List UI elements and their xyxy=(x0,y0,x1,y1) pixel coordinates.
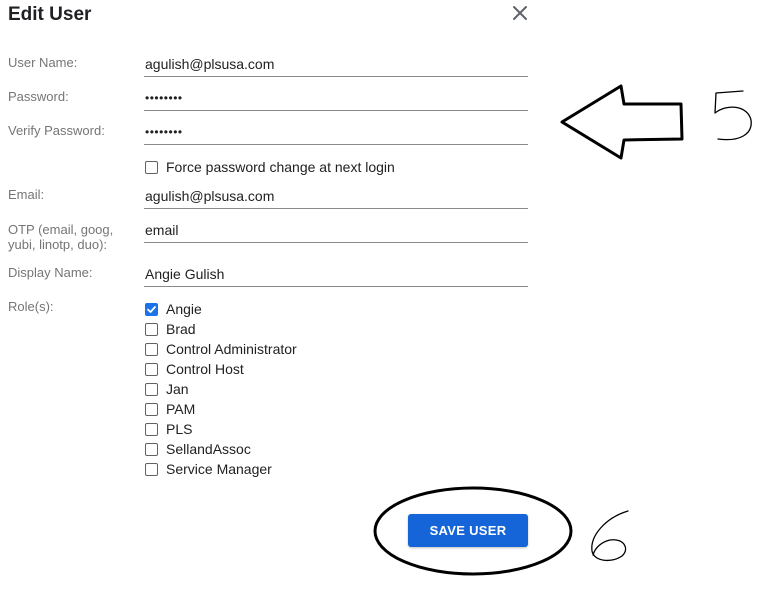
close-button[interactable] xyxy=(509,2,531,24)
checkmark-icon xyxy=(147,305,156,313)
role-label: SellandAssoc xyxy=(166,441,251,457)
role-label: Brad xyxy=(166,321,196,337)
otp-label: OTP (email, goog, yubi, linotp, duo): xyxy=(8,222,113,252)
checkbox-unchecked-icon[interactable] xyxy=(145,462,158,476)
role-checkbox-angie[interactable]: Angie xyxy=(145,300,202,318)
checkbox-unchecked-icon[interactable] xyxy=(145,362,158,376)
role-checkbox-jan[interactable]: Jan xyxy=(145,380,189,398)
role-checkbox-pam[interactable]: PAM xyxy=(145,400,195,418)
step-6-annotation xyxy=(591,510,629,562)
role-label: Control Administrator xyxy=(166,341,297,357)
role-checkbox-control-host[interactable]: Control Host xyxy=(145,360,244,378)
left-arrow-annotation-icon xyxy=(560,84,684,160)
user-name-label: User Name: xyxy=(8,55,78,70)
user-name-input[interactable] xyxy=(144,51,528,77)
password-input[interactable] xyxy=(144,85,528,111)
display-name-input[interactable] xyxy=(144,261,528,287)
verify-password-label: Verify Password: xyxy=(8,123,105,138)
role-checkbox-brad[interactable]: Brad xyxy=(145,320,196,338)
force-password-change-checkbox[interactable]: Force password change at next login xyxy=(145,158,395,176)
role-label: Control Host xyxy=(166,361,244,377)
email-label: Email: xyxy=(8,187,45,202)
role-checkbox-service-manager[interactable]: Service Manager xyxy=(145,460,272,478)
checkbox-unchecked-icon[interactable] xyxy=(145,442,158,456)
checkbox-unchecked-icon[interactable] xyxy=(145,382,158,396)
dialog-title: Edit User xyxy=(8,4,92,25)
checkbox-unchecked-icon[interactable] xyxy=(145,342,158,356)
verify-password-input[interactable] xyxy=(144,119,528,145)
role-label: PLS xyxy=(166,421,193,437)
display-name-label: Display Name: xyxy=(8,265,93,280)
checkbox-unchecked-icon[interactable] xyxy=(145,402,158,416)
otp-label-line1: OTP (email, goog, xyxy=(8,222,114,237)
otp-label-line2: yubi, linotp, duo): xyxy=(8,237,108,252)
otp-input[interactable] xyxy=(144,217,528,243)
role-label: PAM xyxy=(166,401,196,417)
checkbox-checked-icon[interactable] xyxy=(145,302,158,316)
role-label: Angie xyxy=(166,301,202,317)
role-checkbox-control-administrator[interactable]: Control Administrator xyxy=(145,340,297,358)
role-label: Service Manager xyxy=(166,461,272,477)
save-user-button[interactable]: SAVE USER xyxy=(408,514,528,547)
close-icon xyxy=(513,6,527,20)
roles-label: Role(s): xyxy=(8,299,54,314)
email-input[interactable] xyxy=(144,183,528,209)
role-checkbox-pls[interactable]: PLS xyxy=(145,420,192,438)
checkbox-unchecked-icon[interactable] xyxy=(145,422,158,436)
password-label: Password: xyxy=(8,89,69,104)
role-label: Jan xyxy=(166,381,189,397)
step-5-annotation xyxy=(714,90,752,141)
force-password-change-label: Force password change at next login xyxy=(166,159,395,175)
role-checkbox-sellandassoc[interactable]: SellandAssoc xyxy=(145,440,251,458)
checkbox-unchecked-icon[interactable] xyxy=(145,160,158,174)
checkbox-unchecked-icon[interactable] xyxy=(145,322,158,336)
